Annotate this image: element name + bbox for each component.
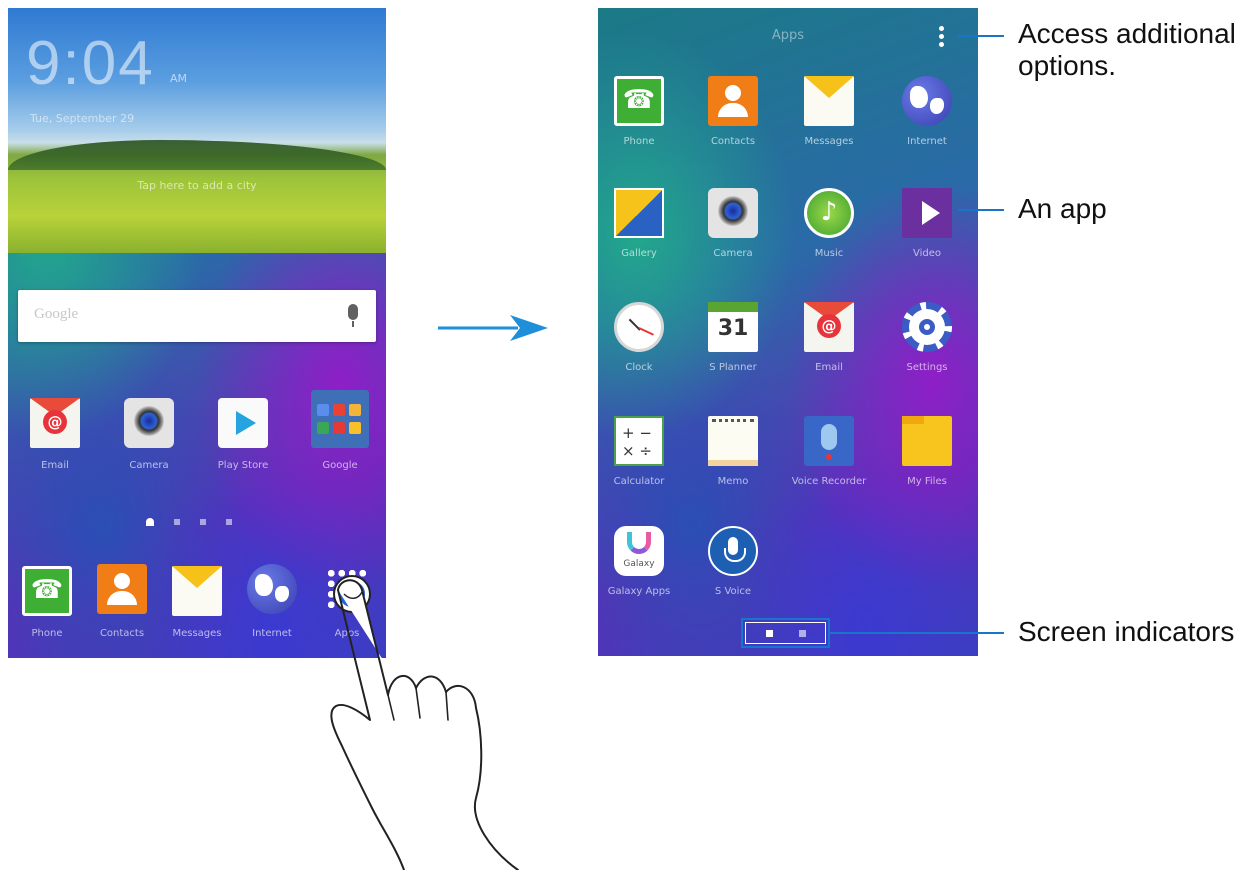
music-icon[interactable]: [804, 188, 854, 238]
app-label: Settings: [906, 362, 948, 373]
app-label: Memo: [717, 476, 749, 487]
calculator-icon[interactable]: [614, 416, 664, 466]
phone-icon[interactable]: [22, 566, 72, 616]
gear-icon[interactable]: [902, 302, 952, 352]
phone-icon[interactable]: [614, 76, 664, 126]
page-dot: [798, 629, 806, 637]
s-voice-icon[interactable]: [708, 526, 758, 576]
app-label: S Planner: [709, 362, 757, 373]
search-placeholder: Google: [34, 306, 79, 322]
email-icon[interactable]: [30, 398, 80, 448]
page-dot: [174, 519, 180, 525]
messages-icon[interactable]: [172, 566, 222, 616]
treeline: [8, 140, 386, 170]
app-label: My Files: [907, 476, 947, 487]
app-label: Email: [815, 362, 843, 373]
app-label-google: Google: [322, 460, 358, 471]
apps-screen: Apps Phone Contacts Messages Internet Galler…: [598, 8, 978, 656]
more-options-icon[interactable]: [939, 26, 945, 48]
home-page-indicator: [146, 518, 232, 526]
gallery-icon[interactable]: [614, 188, 664, 238]
app-label: Video: [912, 248, 942, 259]
microphone-icon[interactable]: [804, 416, 854, 466]
video-icon[interactable]: [902, 188, 952, 238]
app-label: Music: [814, 248, 844, 259]
page-dot-active: [765, 629, 773, 637]
clock-time: 9:04: [26, 29, 155, 98]
app-label-camera: Camera: [129, 460, 169, 471]
google-search-bar[interactable]: Google: [18, 290, 376, 342]
app-label-email: Email: [41, 460, 69, 471]
app-label-play-store: Play Store: [217, 460, 269, 471]
app-label: Contacts: [710, 136, 756, 147]
page-dot: [200, 519, 206, 525]
messages-icon[interactable]: [804, 76, 854, 126]
camera-icon[interactable]: [708, 188, 758, 238]
camera-icon[interactable]: [124, 398, 174, 448]
contacts-icon[interactable]: [708, 76, 758, 126]
app-label: Calculator: [613, 476, 665, 487]
app-label: Camera: [713, 248, 753, 259]
memo-icon[interactable]: [708, 416, 758, 466]
apps-screen-title: Apps: [771, 28, 805, 43]
app-label: Messages: [804, 136, 854, 147]
callout-line-indicators: [830, 632, 1004, 634]
app-label: Voice Recorder: [791, 476, 867, 487]
email-icon[interactable]: [804, 302, 854, 352]
clock-date: Tue, September 29: [30, 112, 135, 125]
callout-line-options: [958, 35, 1004, 37]
internet-icon[interactable]: [902, 76, 952, 126]
app-label: Internet: [907, 136, 947, 147]
app-label: Galaxy Apps: [607, 586, 671, 597]
google-folder-icon[interactable]: [311, 390, 369, 448]
app-label: Gallery: [621, 248, 657, 259]
microphone-icon[interactable]: [348, 304, 358, 327]
contacts-icon[interactable]: [97, 564, 147, 614]
transition-arrow-icon: [438, 315, 548, 341]
clock-icon[interactable]: [614, 302, 664, 352]
tapping-hand-illustration: [330, 579, 519, 870]
page-dot-active: [146, 518, 154, 526]
app-label: Clock: [625, 362, 653, 373]
clock-hint: Tap here to add a city: [137, 179, 257, 192]
dock-label-contacts: Contacts: [99, 628, 145, 639]
app-label: Phone: [623, 136, 655, 147]
dock-label-phone: Phone: [31, 628, 63, 639]
clock-widget[interactable]: 9:04 AM Tue, September 29 Tap here to ad…: [8, 8, 386, 253]
play-store-icon[interactable]: [218, 398, 268, 448]
app-label: S Voice: [714, 586, 752, 597]
folder-icon[interactable]: [902, 416, 952, 466]
clock-ampm: AM: [170, 72, 188, 85]
internet-icon[interactable]: [247, 564, 297, 614]
dock-label-messages: Messages: [172, 628, 222, 639]
calendar-icon[interactable]: [708, 302, 758, 352]
callout-line-app: [958, 209, 1004, 211]
callout-indicators-text: Screen indicators: [1018, 616, 1235, 647]
screen-indicators[interactable]: [741, 618, 830, 648]
page-dot: [226, 519, 232, 525]
callout-app-text: An app: [1018, 193, 1107, 224]
galaxy-apps-icon[interactable]: [614, 526, 664, 576]
callout-options-text: Access additional options.: [1018, 18, 1236, 81]
